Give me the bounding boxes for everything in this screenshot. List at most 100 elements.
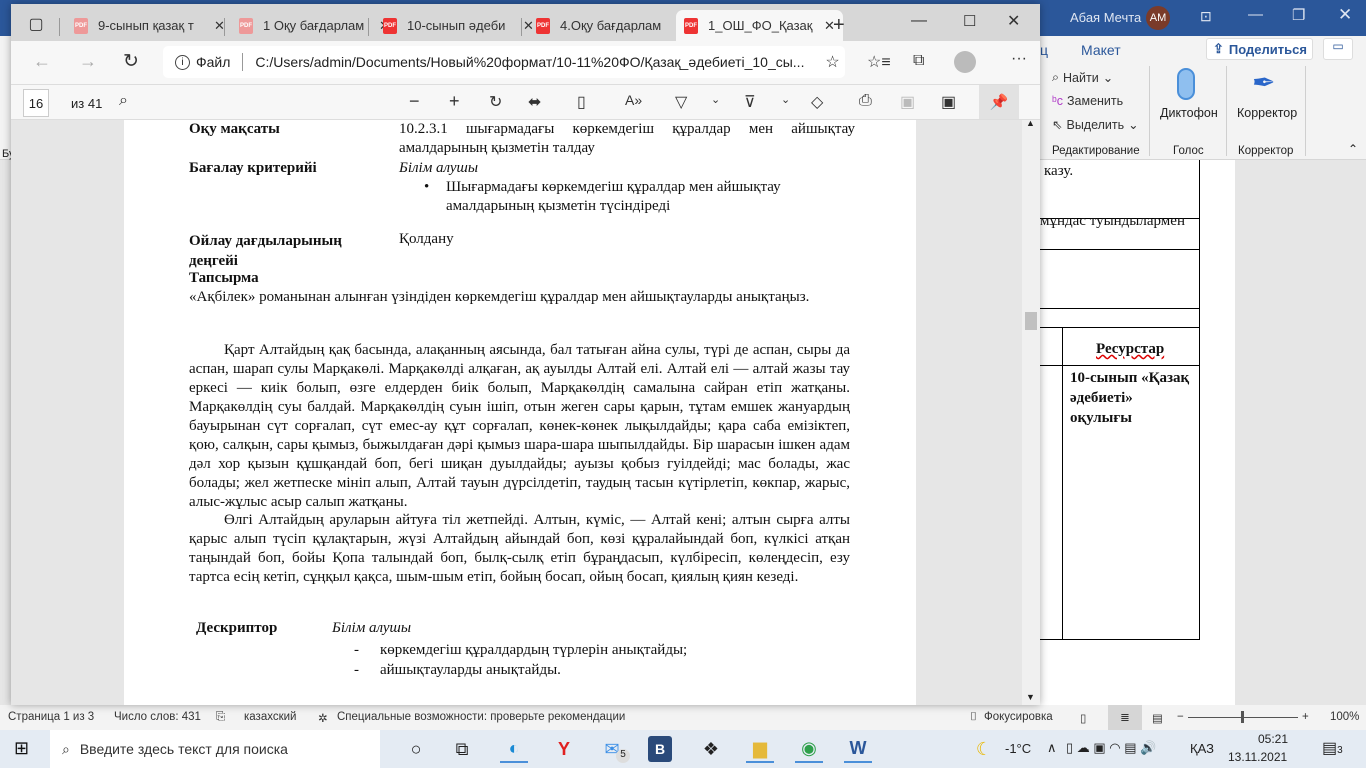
scrollbar-thumb[interactable] bbox=[1025, 312, 1037, 330]
dropbox-app-icon[interactable]: ❖ bbox=[697, 735, 725, 763]
notifications-icon[interactable]: ▤3 bbox=[1322, 738, 1343, 758]
tab-partial[interactable]: ц bbox=[1040, 42, 1048, 58]
collapse-ribbon-icon[interactable]: ⌃ bbox=[1348, 142, 1358, 156]
pdf-icon: PDF bbox=[383, 17, 397, 34]
add-favorite-icon[interactable]: ☆ bbox=[825, 52, 839, 72]
word-count[interactable]: Число слов: 431 bbox=[114, 711, 201, 723]
task-text: «Ақбілек» романынан алынған үзіндіден кө… bbox=[189, 289, 810, 305]
page-count[interactable]: Страница 1 из 3 bbox=[8, 711, 94, 723]
file-explorer-icon[interactable]: ▆ bbox=[746, 735, 774, 763]
info-icon[interactable]: i bbox=[175, 54, 190, 70]
print-icon[interactable]: ⎙ bbox=[859, 92, 872, 110]
save-as-icon[interactable]: ▣ bbox=[941, 92, 956, 112]
close-button[interactable]: ✕ bbox=[1007, 11, 1020, 31]
resources-header: Ресурстар bbox=[1096, 341, 1165, 357]
print-layout-icon[interactable]: ≣ bbox=[1108, 705, 1142, 730]
close-button[interactable]: ✕ bbox=[1338, 5, 1352, 25]
maximize-button[interactable]: ☐ bbox=[963, 12, 976, 30]
eraser-icon[interactable]: ◇ bbox=[811, 92, 823, 112]
windows-start-icon[interactable]: ⊞ bbox=[14, 738, 29, 759]
back-button[interactable]: ← bbox=[33, 51, 51, 72]
search-icon[interactable]: ⌕ bbox=[119, 92, 128, 110]
web-layout-icon[interactable]: ▤ bbox=[1152, 711, 1163, 725]
url-text[interactable]: C:/Users/admin/Documents/Новый%20формат/… bbox=[255, 54, 815, 70]
tab-layout[interactable]: Макет bbox=[1081, 42, 1121, 58]
read-mode-icon[interactable]: ▯ bbox=[1080, 711, 1086, 725]
tab-4[interactable]: PDF4.Оқу бағдарлам✕ bbox=[528, 10, 695, 41]
minimize-button[interactable]: — bbox=[1248, 6, 1263, 23]
zoom-out-button[interactable]: − bbox=[409, 91, 420, 112]
restore-button[interactable]: ❐ bbox=[1292, 6, 1305, 24]
collections-icon[interactable]: ⧉ bbox=[913, 52, 924, 70]
profile-icon[interactable] bbox=[954, 51, 976, 73]
select-button[interactable]: ⇖ Выделить ⌄ bbox=[1052, 117, 1139, 133]
tray-icons[interactable]: ▯ ☁ ▣ ◠ ▤ 🔊 bbox=[1066, 740, 1156, 756]
show-hidden-icons[interactable]: ∧ bbox=[1047, 740, 1057, 756]
forward-button[interactable]: → bbox=[79, 51, 97, 72]
minimize-button[interactable]: — bbox=[911, 12, 927, 30]
read-aloud-icon[interactable]: A» bbox=[625, 92, 642, 108]
rotate-icon[interactable]: ↻ bbox=[489, 92, 502, 112]
task-view-icon[interactable]: ⧉ bbox=[448, 735, 476, 763]
highlight-icon[interactable]: ⊽ bbox=[744, 92, 756, 112]
tab-3[interactable]: PDF 10-сынып әдеби ✕ bbox=[375, 10, 542, 41]
editor-button[interactable]: Корректор bbox=[1237, 106, 1297, 120]
focus-mode[interactable]: Фокусировка bbox=[984, 711, 1053, 723]
page-number-input[interactable]: 16 bbox=[23, 89, 49, 117]
replace-button[interactable]: ᵇc Заменить bbox=[1052, 94, 1123, 108]
mail-app-icon[interactable]: ✉ 5 bbox=[598, 735, 630, 763]
descriptor-label: Дескриптор bbox=[196, 620, 278, 636]
pin-toolbar-icon[interactable]: 📌 bbox=[979, 85, 1019, 119]
microphone-icon[interactable] bbox=[1177, 68, 1195, 100]
taskbar-search[interactable]: ⌕ Введите здесь текст для поиска bbox=[50, 730, 380, 768]
proofing-icon[interactable]: ⎘ bbox=[216, 711, 225, 724]
cortana-icon[interactable]: ○ bbox=[402, 735, 430, 763]
zoom-out-button[interactable]: − bbox=[1177, 711, 1184, 723]
draw-icon[interactable]: ▽ bbox=[675, 92, 687, 112]
file-label: Файл bbox=[196, 54, 231, 70]
dictate-button[interactable]: Диктофон bbox=[1160, 106, 1218, 120]
save-icon[interactable]: ▣ bbox=[900, 92, 915, 112]
tab-2[interactable]: PDF1 Оқу бағдарлам✕ bbox=[231, 10, 398, 41]
favorites-icon[interactable]: ☆≡ bbox=[867, 52, 891, 72]
zoom-in-button[interactable]: + bbox=[449, 91, 460, 112]
zoom-in-button[interactable]: + bbox=[1302, 711, 1309, 723]
more-menu-icon[interactable]: ··· bbox=[1011, 50, 1027, 68]
clock-time[interactable]: 05:21 bbox=[1258, 732, 1288, 746]
avatar[interactable]: АМ bbox=[1146, 6, 1170, 30]
yandex-app-icon[interactable]: Y bbox=[550, 735, 578, 763]
chrome-app-icon[interactable]: ◉ bbox=[795, 735, 823, 763]
address-bar[interactable]: i Файл C:/Users/admin/Documents/Новый%20… bbox=[163, 46, 845, 78]
weather-temp[interactable]: -1°C bbox=[1005, 741, 1031, 756]
table-text: мұндас туындылармен bbox=[1040, 213, 1185, 229]
group-voice-label: Голос bbox=[1173, 145, 1204, 157]
pdf-scrollbar[interactable]: ▲ ▼ bbox=[1022, 120, 1040, 705]
zoom-slider-thumb[interactable] bbox=[1241, 711, 1244, 723]
accessibility-status[interactable]: Специальные возможности: проверьте реком… bbox=[337, 711, 625, 723]
zoom-level[interactable]: 100% bbox=[1330, 711, 1359, 723]
ribbon-display-icon[interactable]: ⊡ bbox=[1200, 8, 1212, 25]
tab-actions-icon[interactable]: ▢ bbox=[27, 15, 45, 33]
chevron-down-icon[interactable]: ⌄ bbox=[711, 93, 720, 106]
find-button[interactable]: ⌕ Найти ⌄ bbox=[1052, 70, 1113, 85]
input-language[interactable]: ҚАЗ bbox=[1190, 741, 1214, 756]
new-tab-button[interactable]: + bbox=[833, 14, 845, 37]
scroll-down-icon[interactable]: ▼ bbox=[1026, 692, 1035, 702]
zoom-slider[interactable] bbox=[1188, 711, 1298, 723]
search-icon: ⌕ bbox=[62, 740, 70, 757]
share-button[interactable]: ⇪ Поделиться bbox=[1206, 38, 1313, 60]
page-view-icon[interactable]: ▯ bbox=[577, 92, 586, 112]
vk-app-icon[interactable]: B bbox=[648, 736, 672, 762]
word-app-icon[interactable]: W bbox=[844, 735, 872, 763]
scroll-up-icon[interactable]: ▲ bbox=[1026, 120, 1035, 128]
refresh-button[interactable]: ↻ bbox=[123, 50, 139, 73]
accessibility-icon[interactable]: ✲ bbox=[318, 711, 328, 725]
tab-5-active[interactable]: PDF 1_ОШ_ФО_Қазақ ✕ bbox=[676, 10, 843, 41]
comments-button[interactable]: ▭ bbox=[1323, 38, 1353, 60]
chevron-down-icon[interactable]: ⌄ bbox=[781, 93, 790, 106]
language[interactable]: казахский bbox=[244, 711, 296, 723]
clock-date[interactable]: 13.11.2021 bbox=[1228, 750, 1287, 764]
edge-app-icon[interactable]: ◐ bbox=[500, 735, 528, 763]
fit-width-icon[interactable]: ⬌ bbox=[528, 92, 541, 112]
pdf-icon: PDF bbox=[74, 17, 88, 34]
